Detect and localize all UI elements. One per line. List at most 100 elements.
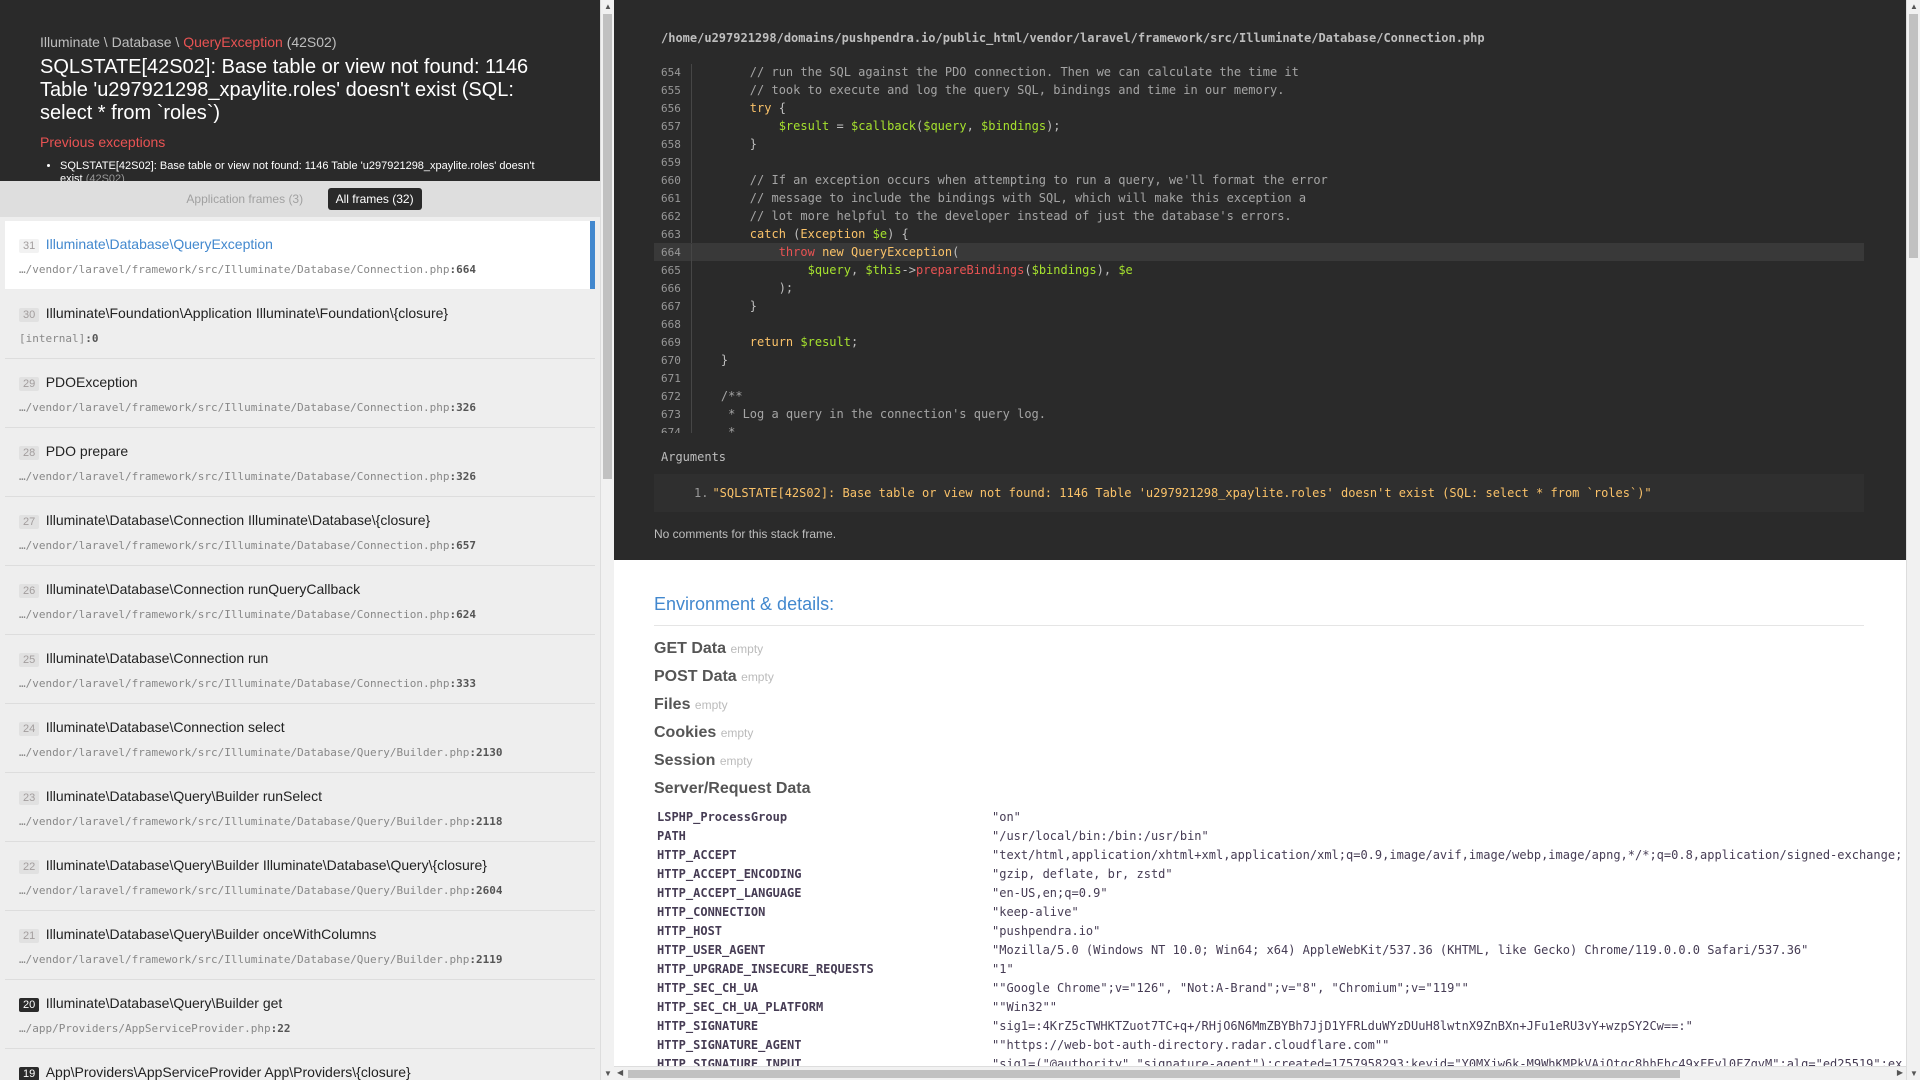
- stack-frame[interactable]: 27 Illuminate\Database\Connection Illumi…: [5, 497, 595, 566]
- frame-file: …/vendor/laravel/framework/src/Illuminat…: [19, 677, 580, 690]
- server-data-row: HTTP_ACCEPT "text/html,application/xhtml+…: [654, 846, 1902, 865]
- code-line: 656 try {: [654, 99, 1864, 118]
- horizontal-scrollbar-thumb[interactable]: [628, 1070, 1680, 1078]
- data-section: Cookies empty: [654, 724, 1864, 743]
- line-number: 665: [654, 262, 692, 280]
- code-text: // run the SQL against the PDO connectio…: [749, 65, 1299, 79]
- line-number: 672: [654, 388, 692, 406]
- server-key: PATH: [657, 829, 686, 843]
- frame-index: 23: [19, 791, 40, 805]
- server-data-row: HTTP_SIGNATURE_AGENT ""https://web-bot-au…: [654, 1036, 1864, 1055]
- frame-file: …/vendor/laravel/framework/src/Illuminat…: [19, 608, 580, 621]
- application-frames-filter[interactable]: Application frames (3): [178, 188, 311, 210]
- page-scroll-down-arrow-icon[interactable]: ▼: [1910, 1069, 1918, 1078]
- frame-index: 31: [19, 239, 40, 253]
- page-scrollbar-thumb[interactable]: [1909, 14, 1918, 258]
- code-text: try {: [749, 101, 786, 115]
- right-panel: /home/u297921298/domains/pushpendra.io/p…: [614, 0, 1906, 1080]
- frame-index: 19: [19, 1067, 40, 1080]
- line-number: 654: [654, 64, 692, 82]
- scroll-down-arrow-icon[interactable]: ▼: [604, 1069, 612, 1078]
- section-name: Files: [654, 696, 691, 713]
- exception-code: (42S02): [286, 34, 337, 50]
- page-scroll-up-arrow-icon[interactable]: ▲: [1910, 2, 1918, 11]
- argument-value: "SQLSTATE[42S02]: Base table or view not…: [712, 486, 1652, 500]
- frame-class: PDOException: [45, 374, 138, 390]
- frame-index: 24: [19, 722, 40, 736]
- server-data-row: HTTP_SIGNATURE "sig1=:4KrZ5cTWHKTZuot7TC+…: [654, 1017, 1864, 1036]
- frame-file-path: …/vendor/laravel/framework/src/Illuminat…: [19, 953, 470, 966]
- server-data-row: HTTP_ACCEPT_LANGUAGE "en-US,en;q=0.9": [654, 884, 1864, 903]
- server-value: "Mozilla/5.0 (Windows NT 10.0; Win64; x6…: [992, 943, 1809, 957]
- data-section: POST Data empty: [654, 668, 1864, 687]
- file-path[interactable]: /home/u297921298/domains/pushpendra.io/p…: [661, 31, 1485, 45]
- previous-exceptions-list: SQLSTATE[42S02]: Base table or view not …: [60, 160, 560, 181]
- server-value: "on": [992, 810, 1021, 824]
- line-number: 658: [654, 136, 692, 154]
- stack-frame[interactable]: 21 Illuminate\Database\Query\Builder onc…: [5, 911, 595, 980]
- frame-file: …/vendor/laravel/framework/src/Illuminat…: [19, 470, 580, 483]
- code-text: );: [692, 281, 794, 295]
- stack-frame[interactable]: 30 Illuminate\Foundation\Application Ill…: [5, 290, 595, 359]
- scroll-right-arrow-icon[interactable]: ▶: [1897, 1068, 1903, 1077]
- stack-frame[interactable]: 28 PDO prepare …/vendor/laravel/framework…: [5, 428, 595, 497]
- exception-class: Illuminate \ Database \ QueryException (…: [40, 34, 560, 50]
- frames-scrollbar-thumb[interactable]: [603, 14, 612, 479]
- frames-scrollbar[interactable]: ▲ ▼: [600, 0, 614, 1080]
- frame-file-path: …/vendor/laravel/framework/src/Illuminat…: [19, 263, 450, 276]
- server-key: HTTP_SIGNATURE_AGENT: [657, 1038, 802, 1052]
- line-number: 661: [654, 190, 692, 208]
- previous-exceptions-title: Previous exceptions: [40, 134, 166, 150]
- line-number: 664: [654, 244, 692, 262]
- stack-frame[interactable]: 29 PDOException …/vendor/laravel/framewor…: [5, 359, 595, 428]
- scroll-left-arrow-icon[interactable]: ◀: [617, 1068, 623, 1077]
- frame-line: :2119: [469, 953, 503, 966]
- server-data-row: HTTP_ACCEPT_ENCODING "gzip, deflate, br, …: [654, 865, 1864, 884]
- frame-line: :326: [449, 401, 476, 414]
- server-key: HTTP_HOST: [657, 924, 723, 938]
- stack-frame[interactable]: 19 App\Providers\AppServiceProvider App\…: [5, 1049, 595, 1080]
- horizontal-scrollbar[interactable]: ◀ ▶: [614, 1066, 1906, 1080]
- frame-class: Illuminate\Database\Connection Illuminat…: [45, 512, 431, 528]
- previous-exception-code: (42S02): [85, 173, 125, 181]
- stack-frame[interactable]: 26 Illuminate\Database\Connection runQue…: [5, 566, 595, 635]
- frame-file: …/vendor/laravel/framework/src/Illuminat…: [19, 953, 580, 966]
- code-text: return $result;: [749, 335, 859, 349]
- server-value: "keep-alive": [992, 905, 1079, 919]
- frame-file: …/app/Providers/AppServiceProvider.php:2…: [19, 1022, 580, 1035]
- code-text: }: [692, 299, 758, 313]
- code-line: 668: [654, 315, 1864, 334]
- frame-class: App\Providers\AppServiceProvider App\Pro…: [45, 1064, 411, 1080]
- stack-frame[interactable]: 23 Illuminate\Database\Query\Builder run…: [5, 773, 595, 842]
- scroll-up-arrow-icon[interactable]: ▲: [604, 2, 612, 11]
- page-scrollbar[interactable]: ▲ ▼: [1906, 0, 1920, 1080]
- frame-file-path: …/vendor/laravel/framework/src/Illuminat…: [19, 470, 450, 483]
- server-data-row: HTTP_SEC_CH_UA_PLATFORM ""Win32"": [654, 998, 1864, 1017]
- section-name: Cookies: [654, 724, 717, 741]
- frame-line: :657: [449, 539, 476, 552]
- server-value: ""Google Chrome";v="126", "Not:A-Brand";…: [992, 981, 1469, 995]
- frame-line: :664: [449, 263, 476, 276]
- frame-file-path: …/vendor/laravel/framework/src/Illuminat…: [19, 401, 450, 414]
- stack-frame[interactable]: 25 Illuminate\Database\Connection run …/v…: [5, 635, 595, 704]
- server-value: "pushpendra.io": [992, 924, 1101, 938]
- server-data-row: HTTP_SEC_CH_UA ""Google Chrome";v="126", …: [654, 979, 1864, 998]
- frame-class: PDO prepare: [45, 443, 129, 459]
- arguments-block: 1. "SQLSTATE[42S02]: Base table or view n…: [654, 474, 1864, 512]
- server-data-row: HTTP_HOST "pushpendra.io": [654, 922, 1864, 941]
- code-text: // message to include the bindings with …: [749, 191, 1307, 205]
- frame-line: :326: [449, 470, 476, 483]
- all-frames-filter[interactable]: All frames (32): [327, 188, 422, 210]
- server-data-row: HTTP_UPGRADE_INSECURE_REQUESTS "1": [654, 960, 1864, 979]
- stack-frame[interactable]: 31 Illuminate\Database\QueryException …/v…: [5, 221, 595, 290]
- stack-frame[interactable]: 24 Illuminate\Database\Connection select…: [5, 704, 595, 773]
- frame-line: :333: [449, 677, 476, 690]
- line-number: 667: [654, 298, 692, 316]
- code-line: 661 // message to include the bindings w…: [654, 189, 1864, 208]
- frame-index: 28: [19, 446, 40, 460]
- stack-frame[interactable]: 22 Illuminate\Database\Query\Builder Ill…: [5, 842, 595, 911]
- frame-line: :2118: [469, 815, 503, 828]
- server-value: "text/html,application/xhtml+xml,applica…: [992, 848, 1903, 862]
- stack-frame[interactable]: 20 Illuminate\Database\Query\Builder get…: [5, 980, 595, 1049]
- code-line: 672 /**: [654, 387, 1864, 406]
